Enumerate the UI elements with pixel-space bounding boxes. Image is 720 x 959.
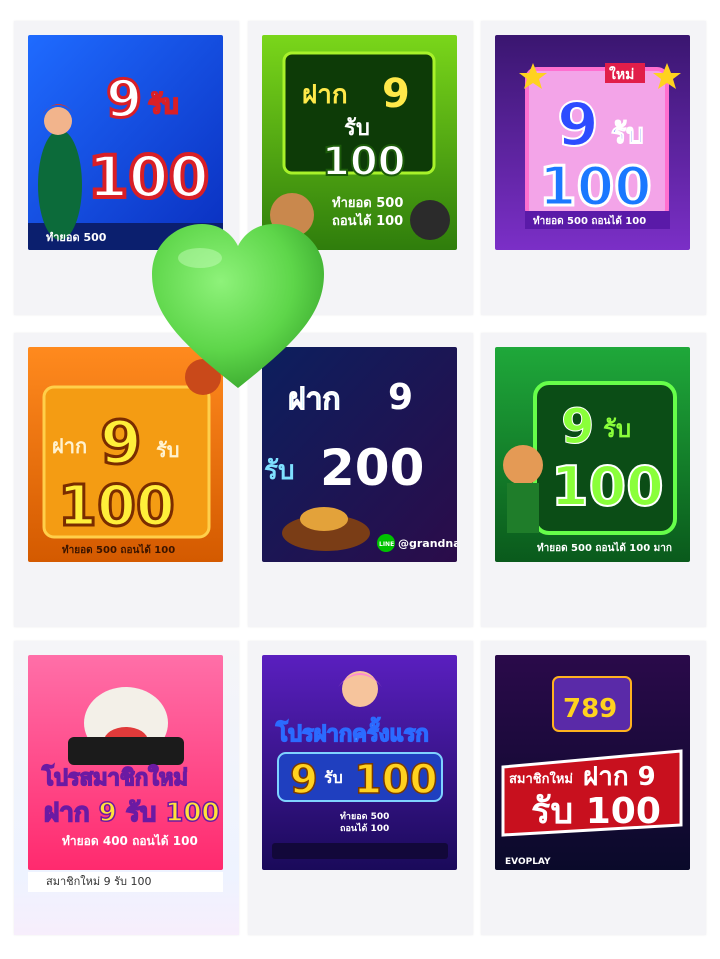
- promo3-footer: ทำยอด 500 ถอนได้ 100: [533, 214, 646, 227]
- promo6-line2: รับ: [603, 415, 631, 443]
- promo-poster-8: โปรฝากครั้งแรก 9 รับ 100 ทำยอด 500 ถอนได…: [262, 655, 457, 870]
- promo1-footer: ทำยอด 500: [46, 231, 107, 244]
- promo-card-6[interactable]: 9 รับ 100 ทำยอด 500 ถอนได้ 100 มาก: [481, 333, 706, 627]
- promo8-footer-1: ทำยอด 500: [340, 811, 389, 822]
- promo8-line2: 9: [290, 757, 318, 803]
- promo6-line3: 100: [551, 455, 664, 518]
- promo-card-7[interactable]: โปรสมาชิกใหม่ ฝาก 9 รับ 100 ทำยอด 400 ถอ…: [14, 641, 239, 935]
- promo9-line1: สมาชิกใหม่: [509, 770, 573, 787]
- promo7-line2: ฝาก 9 รับ 100: [44, 798, 220, 828]
- promo9-line3: รับ 100: [531, 791, 661, 832]
- promo5-line-badge: LINE: [379, 541, 394, 548]
- promo7-line1: โปรสมาชิกใหม่: [41, 764, 188, 791]
- promo-poster-1: 9 รับ 100 ทำยอด 500: [28, 35, 223, 250]
- promo-poster-6: 9 รับ 100 ทำยอด 500 ถอนได้ 100 มาก: [495, 347, 690, 562]
- promo9-footer: EVOPLAY: [505, 857, 551, 867]
- promo-poster-9: 789 สมาชิกใหม่ ฝาก 9 รับ 100 EVOPLAY: [495, 655, 690, 870]
- promo8-line3: รับ: [324, 768, 343, 787]
- promo4-line4: 100: [58, 474, 175, 539]
- promo-card-3[interactable]: ใหม่ 9 รับ 100 ทำยอด 500 ถอนได้ 100: [481, 21, 706, 315]
- promo8-footer-2: ถอนได้ 100: [340, 822, 389, 834]
- promo1-line2: รับ: [148, 90, 178, 120]
- promo2-footer-2: ถอนได้ 100: [332, 212, 403, 229]
- promo3-badge: ใหม่: [609, 65, 634, 83]
- promo1-line1: 9: [106, 70, 142, 130]
- promo4-line1: ฝาก: [52, 434, 87, 458]
- promo3-line3: 100: [539, 155, 652, 218]
- promo2-line3: รับ: [344, 116, 370, 141]
- promo-poster-7: โปรสมาชิกใหม่ ฝาก 9 รับ 100 ทำยอด 400 ถอ…: [28, 655, 223, 870]
- promo7-caption: สมาชิกใหม่ 9 รับ 100: [28, 872, 223, 892]
- promo2-line2: 9: [382, 71, 410, 117]
- promo5-line4: 200: [320, 439, 424, 497]
- promo5-footer: @grandnas: [398, 537, 457, 550]
- promo5-line2: 9: [388, 377, 413, 418]
- promo2-line1: ฝาก: [302, 80, 348, 110]
- promo8-line4: 100: [354, 757, 438, 803]
- promo2-line4: 100: [322, 139, 406, 185]
- promo1-line3: 100: [88, 143, 209, 211]
- promo2-footer-1: ทำยอด 500: [332, 195, 403, 211]
- promo-poster-2: ฝาก 9 รับ 100 ทำยอด 500 ถอนได้ 100: [262, 35, 457, 250]
- promo6-line1: 9: [561, 399, 594, 455]
- promo7-footer: ทำยอด 400 ถอนได้ 100: [62, 833, 198, 848]
- promo5-line3: รับ: [264, 456, 294, 486]
- promo4-footer: ทำยอด 500 ถอนได้ 100: [62, 543, 175, 556]
- promo4-line3: รับ: [156, 438, 179, 462]
- promo3-line2: รับ: [611, 117, 644, 150]
- promo9-line2: ฝาก 9: [583, 762, 656, 792]
- promo9-reels: 789: [563, 694, 617, 724]
- green-heart-icon: [152, 224, 324, 388]
- promo-card-9[interactable]: 789 สมาชิกใหม่ ฝาก 9 รับ 100 EVOPLAY: [481, 641, 706, 935]
- promo-card-8[interactable]: โปรฝากครั้งแรก 9 รับ 100 ทำยอด 500 ถอนได…: [248, 641, 473, 935]
- promo-poster-3: ใหม่ 9 รับ 100 ทำยอด 500 ถอนได้ 100: [495, 35, 690, 250]
- promo8-line1: โปรฝากครั้งแรก: [275, 717, 429, 747]
- promo4-line2: 9: [100, 408, 142, 478]
- promo6-footer: ทำยอด 500 ถอนได้ 100 มาก: [537, 541, 672, 554]
- promo3-line1: 9: [557, 90, 599, 160]
